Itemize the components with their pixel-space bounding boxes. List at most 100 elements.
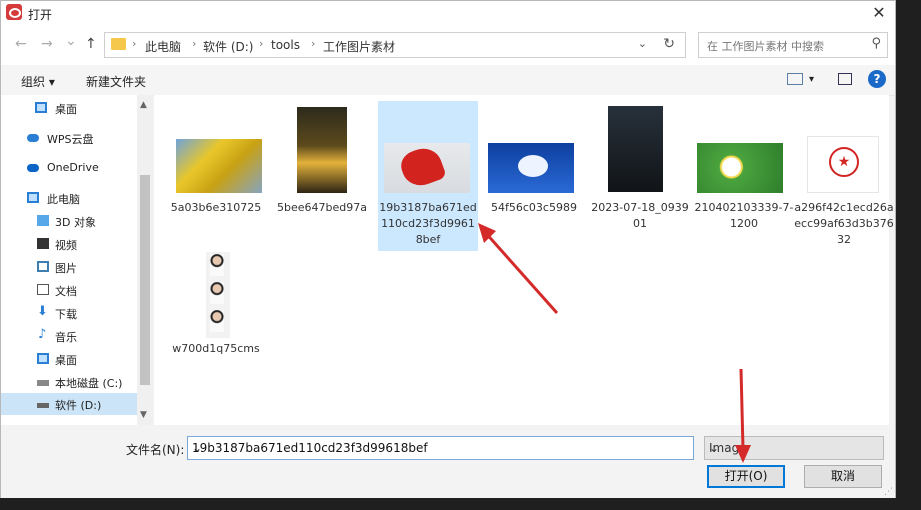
file-name: 2023-07-18_093901 xyxy=(591,201,689,230)
breadcrumb-separator-icon: › xyxy=(132,37,137,50)
portrait-icon xyxy=(210,254,224,276)
new-folder-button[interactable]: 新建文件夹 xyxy=(86,73,146,90)
sidebar-item-desktop-2[interactable]: 桌面 xyxy=(1,348,137,370)
sidebar-item-drive-c[interactable]: 本地磁盘 (C:) xyxy=(1,371,137,393)
navigation-pane: 桌面 WPS云盘 OneDrive 此电脑 3D 对象 视频 图片 文档 ⬇ 下… xyxy=(1,95,153,425)
sidebar-item-drive-d[interactable]: 软件 (D:) xyxy=(1,393,137,415)
sidebar-item-this-pc[interactable]: 此电脑 xyxy=(1,187,137,209)
filetype-select[interactable]: Imag ⌄ xyxy=(704,436,884,460)
cloud-heart-photo-thumbnail xyxy=(488,143,574,193)
address-dropdown-icon[interactable]: ⌄ xyxy=(638,37,647,50)
onedrive-icon xyxy=(27,164,39,172)
breadcrumb-tools[interactable]: tools xyxy=(271,38,300,52)
file-item[interactable]: 5bee647bed97a xyxy=(272,101,372,251)
sidebar-item-label: OneDrive xyxy=(47,161,99,174)
file-item[interactable]: a296f42c1ecd26aecc99af63d3b37632 xyxy=(794,101,894,251)
sidebar-item-label: 此电脑 xyxy=(47,193,80,206)
file-item-selected[interactable]: 19b3187ba671ed110cd23f3d99618bef xyxy=(378,101,478,251)
sidebar-item-label: 桌面 xyxy=(55,103,77,116)
sidebar-item-music[interactable]: ♪ 音乐 xyxy=(1,325,137,347)
file-list-view: 5a03b6e310725 5bee647bed97a 19b3187ba671… xyxy=(154,95,894,425)
file-name: 54f56c03c5989 xyxy=(491,201,577,214)
music-icon: ♪ xyxy=(38,327,47,342)
file-name: 19b3187ba671ed110cd23f3d99618bef xyxy=(379,201,477,246)
sidebar-item-3d-objects[interactable]: 3D 对象 xyxy=(1,210,137,232)
dark-poster-photo-thumbnail xyxy=(608,106,663,192)
breadcrumb-work-images[interactable]: 工作图片素材 xyxy=(323,38,395,55)
refresh-icon[interactable]: ↻ xyxy=(663,36,675,52)
desktop-icon xyxy=(35,102,47,113)
scroll-down-icon[interactable]: ▼ xyxy=(140,410,147,420)
maple-leaf-photo-thumbnail xyxy=(384,143,470,193)
filename-dropdown-icon[interactable]: ⌄ xyxy=(192,441,688,455)
filename-label: 文件名(N): xyxy=(126,443,185,457)
ginkgo-photo-thumbnail xyxy=(176,139,262,193)
navigation-bar: ← → ⌄ ↑ › 此电脑 › 软件 (D:) › tools › 工作图片素材… xyxy=(1,27,895,65)
open-button[interactable]: 打开(O) xyxy=(707,465,785,488)
dialog-footer: 文件名(N): 19b3187ba671ed110cd23f3d99618bef… xyxy=(1,368,895,499)
drive-icon xyxy=(37,380,49,386)
scroll-up-icon[interactable]: ▲ xyxy=(140,100,147,110)
drive-icon xyxy=(37,403,49,408)
close-icon[interactable]: ✕ xyxy=(867,2,891,24)
search-input[interactable] xyxy=(705,36,859,56)
sidebar-item-desktop[interactable]: 桌面 xyxy=(1,97,137,119)
pictures-icon xyxy=(37,261,49,272)
daisy-photo-thumbnail xyxy=(697,143,783,193)
sidebar-item-wps-cloud[interactable]: WPS云盘 xyxy=(1,127,137,149)
recent-locations-icon[interactable]: ⌄ xyxy=(65,33,77,49)
resize-grip-icon[interactable]: ⋰ xyxy=(884,487,893,497)
file-name: 5bee647bed97a xyxy=(277,201,367,214)
annotation-arrow-head xyxy=(735,445,751,463)
background-dark-area xyxy=(896,0,921,510)
sidebar-item-downloads[interactable]: ⬇ 下载 xyxy=(1,302,137,324)
3d-objects-icon xyxy=(37,215,49,226)
back-arrow-icon[interactable]: ← xyxy=(15,36,27,52)
help-icon[interactable]: ? xyxy=(868,70,886,88)
forward-arrow-icon[interactable]: → xyxy=(41,36,53,52)
sidebar-scrollbar[interactable]: ▲ ▼ xyxy=(137,95,153,425)
sidebar-item-onedrive[interactable]: OneDrive xyxy=(1,157,137,179)
file-name: w700d1q75cms xyxy=(172,342,260,355)
sidebar-item-documents[interactable]: 文档 xyxy=(1,279,137,301)
file-name: 5a03b6e310725 xyxy=(170,201,262,214)
search-icon[interactable]: ⚲ xyxy=(871,36,881,51)
sidebar-item-label: 视频 xyxy=(55,239,77,252)
breadcrumb-drive-d[interactable]: 软件 (D:) xyxy=(203,38,253,55)
file-item[interactable]: 210402103339-7-1200 xyxy=(694,101,794,251)
dialog-title: 打开 xyxy=(28,8,53,22)
file-item[interactable]: 5a03b6e310725 xyxy=(166,101,266,251)
computer-icon xyxy=(27,192,39,203)
filename-input[interactable]: 19b3187ba671ed110cd23f3d99618bef ⌄ xyxy=(187,436,694,460)
title-bar: 打开 ✕ xyxy=(1,1,895,27)
sidebar-item-videos[interactable]: 视频 xyxy=(1,233,137,255)
annotation-arrow-line xyxy=(482,230,559,314)
sidebar-item-pictures[interactable]: 图片 xyxy=(1,256,137,278)
sidebar-item-label: 3D 对象 xyxy=(55,216,96,229)
annotation-arrow-line xyxy=(739,368,745,450)
change-view-icon[interactable] xyxy=(787,73,803,85)
open-file-dialog: 打开 ✕ ← → ⌄ ↑ › 此电脑 › 软件 (D:) › tools › 工… xyxy=(0,0,896,499)
address-bar[interactable]: › 此电脑 › 软件 (D:) › tools › 工作图片素材 ⌄ ↻ xyxy=(104,32,686,58)
file-item[interactable]: 2023-07-18_093901 xyxy=(590,101,690,251)
red-stamp-thumbnail xyxy=(807,136,879,193)
breadcrumb-this-pc[interactable]: 此电脑 xyxy=(145,38,181,55)
cancel-button[interactable]: 取消 xyxy=(804,465,882,488)
sidebar-item-label: 文档 xyxy=(55,285,77,298)
desktop-icon xyxy=(37,353,49,364)
sidebar-item-label: 图片 xyxy=(55,262,77,275)
breadcrumb-separator-icon: › xyxy=(311,37,316,50)
download-icon: ⬇ xyxy=(37,304,48,319)
sidebar-item-label: 音乐 xyxy=(55,331,77,344)
sidebar-item-label: 桌面 xyxy=(55,354,77,367)
view-dropdown-icon[interactable]: ▾ xyxy=(809,74,814,85)
sidebar-item-label: 软件 (D:) xyxy=(55,399,102,412)
scrollbar-thumb[interactable] xyxy=(140,175,150,385)
portrait-icon xyxy=(210,310,224,332)
breadcrumb-separator-icon: › xyxy=(259,37,264,50)
up-arrow-icon[interactable]: ↑ xyxy=(85,36,97,52)
organize-menu[interactable]: 组织 ▾ xyxy=(21,73,55,90)
search-box: ⚲ xyxy=(698,32,888,58)
preview-pane-icon[interactable] xyxy=(838,73,852,85)
file-item[interactable]: w700d1q75cms xyxy=(166,250,266,400)
